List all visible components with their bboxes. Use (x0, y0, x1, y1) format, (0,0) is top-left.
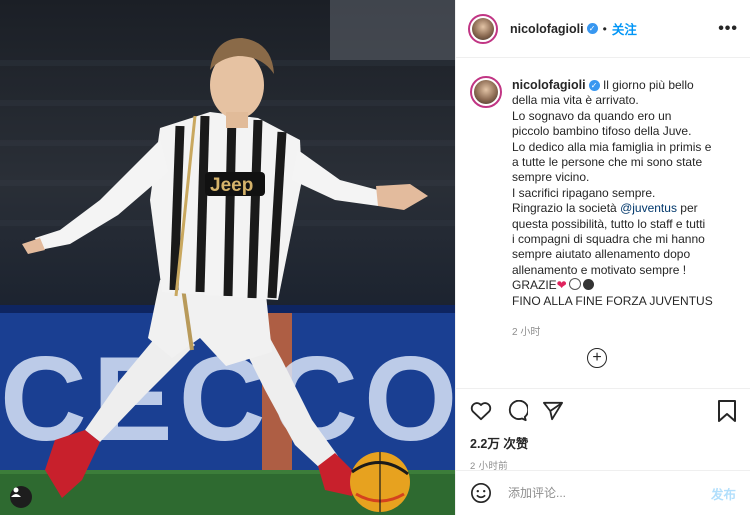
caption-comment: nicolofagioli ✓ Il giorno più bello della… (470, 76, 736, 309)
caption-line: sempre vicino. (512, 170, 590, 185)
share-icon[interactable] (542, 401, 564, 421)
red-heart-icon: ❤ (556, 278, 567, 293)
more-options-icon[interactable]: ••• (718, 20, 738, 38)
caption-line: piccolo bambino tifoso della Juve. (512, 124, 692, 139)
post-side-panel: nicolofagioli ✓ • 关注 ••• nicolofagioli ✓ … (455, 0, 750, 515)
post-actions: 2.2万 次赞 2 小时前 (456, 388, 750, 472)
caption-line: della mia vita è arrivato. (512, 93, 639, 108)
caption-line: Lo sognavo da quando ero un (512, 108, 672, 123)
avatar[interactable] (468, 13, 498, 44)
black-circle-icon (582, 279, 594, 291)
caption-line: Il giorno più bello (602, 78, 694, 92)
caption-line: per (680, 201, 698, 216)
user-tag-icon[interactable] (10, 486, 32, 508)
caption-username-link[interactable]: nicolofagioli (512, 78, 586, 92)
jersey-text: Jeep (210, 175, 253, 196)
add-comment-bar: 发布 (456, 470, 750, 515)
photo-illustration: CECCO DE Jeep (0, 0, 455, 515)
comment-input[interactable] (506, 485, 711, 501)
comments-area: nicolofagioli ✓ Il giorno più bello della… (456, 58, 750, 388)
caption-line: GRAZIE (512, 278, 557, 293)
heart-icon[interactable] (470, 401, 492, 421)
white-circle-icon (568, 278, 581, 291)
avatar[interactable] (470, 76, 502, 108)
emoji-icon[interactable] (470, 482, 492, 504)
caption-line: allenamento e motivato sempre ! (512, 262, 687, 277)
caption-line: questa possibilità, tutto lo staff e tut… (512, 216, 706, 231)
post-comment-button[interactable]: 发布 (711, 484, 736, 503)
bookmark-icon[interactable] (718, 400, 736, 422)
username-link[interactable]: nicolofagioli (510, 22, 584, 36)
mention-link[interactable]: @juventus (620, 201, 677, 215)
caption-line: Ringrazio la società (512, 201, 617, 216)
post-header: nicolofagioli ✓ • 关注 ••• (456, 0, 750, 58)
caption-line: I sacrifici ripagano sempre. (512, 185, 656, 200)
post-photo[interactable]: CECCO DE Jeep (0, 0, 455, 515)
comment-icon[interactable] (506, 400, 528, 422)
separator: • (602, 21, 607, 36)
verified-badge-icon: ✓ (588, 80, 600, 92)
caption-line: sempre aiutato allenamento dopo (512, 247, 691, 262)
caption-line: Lo dedico alla mia famiglia in primis e (512, 139, 712, 154)
caption-line: FINO ALLA FINE FORZA JUVENTUS (512, 293, 713, 308)
caption-line: a tutte le persone che mi sono state (512, 155, 703, 170)
verified-badge-icon: ✓ (586, 23, 598, 34)
likes-count[interactable]: 2.2万 次赞 (470, 433, 736, 452)
caption-time: 2 小时 (512, 327, 541, 339)
load-more-comments-button[interactable]: + (587, 348, 607, 368)
caption-text: nicolofagioli ✓ Il giorno più bello della… (512, 78, 734, 309)
follow-button[interactable]: 关注 (612, 19, 637, 38)
caption-line: i compagni di squadra che mi hanno (512, 232, 705, 247)
